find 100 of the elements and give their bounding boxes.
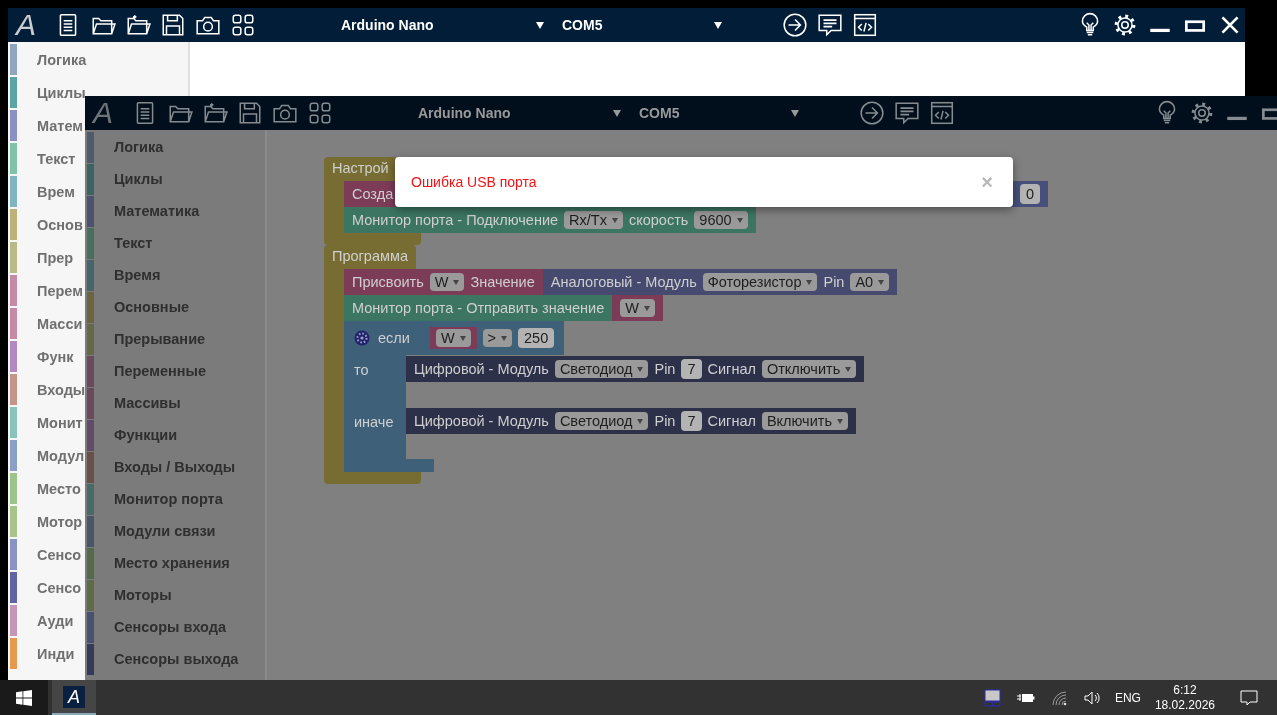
category-item[interactable]: Монитор порта (114, 491, 223, 507)
taskbar-app-button[interactable]: A (52, 680, 96, 715)
block-label: скорость (628, 212, 689, 228)
block-label: Созда (352, 186, 394, 202)
block-label: Монитор порта - Подключение (352, 212, 559, 228)
category-item[interactable]: Модул (37, 447, 85, 464)
app-logo: A (93, 98, 114, 128)
block-label: Pin (823, 274, 845, 290)
start-button[interactable] (0, 680, 48, 715)
category-item[interactable]: Ауди (37, 612, 74, 629)
category-item[interactable]: Прер (37, 249, 74, 266)
language-indicator[interactable]: ENG (1114, 690, 1141, 705)
caret-icon (453, 279, 460, 285)
category-item[interactable]: Циклы (37, 84, 86, 101)
block-label: Значение (470, 274, 535, 290)
category-item[interactable]: Врем (37, 183, 75, 200)
clock-date[interactable]: 18.02.2026 (1154, 697, 1215, 713)
block-dropdown[interactable]: Фоторезистор (702, 273, 818, 291)
category-item[interactable]: Матем (37, 117, 84, 134)
block-label: Сигнал (707, 361, 756, 377)
category-item[interactable]: Монит (37, 414, 83, 431)
caret-icon (637, 418, 644, 424)
category-item[interactable]: Масси (37, 315, 83, 332)
block-label: Сигнал (707, 413, 756, 429)
category-item[interactable]: Время (114, 267, 161, 283)
block-label: Pin (654, 361, 676, 377)
block-dropdown[interactable]: Светодиод (554, 360, 649, 378)
block-dropdown[interactable]: 9600 (694, 211, 748, 229)
caret-icon (878, 279, 885, 285)
caret-icon (714, 21, 722, 29)
block-dropdown[interactable]: W (620, 299, 655, 317)
category-item[interactable]: Инди (37, 645, 75, 662)
app-logo: A (63, 685, 85, 708)
category-item[interactable]: Математика (114, 203, 200, 219)
category-item[interactable]: Циклы (114, 171, 163, 187)
category-item[interactable]: Входы / Выходы (114, 459, 236, 475)
number-field[interactable]: 7 (681, 411, 702, 431)
block-label: Присвоить (352, 274, 424, 290)
caret-icon (611, 217, 618, 223)
block-label: иначе (354, 414, 394, 430)
category-item[interactable]: Основ (37, 216, 83, 233)
block-label: Аналоговый - Модуль (550, 274, 697, 290)
block-label: Pin (654, 413, 676, 429)
container-block-header: Настрой (324, 157, 397, 181)
notification-icon[interactable] (1239, 687, 1259, 708)
category-item[interactable]: Входы (37, 381, 86, 398)
category-item[interactable]: Текст (114, 235, 153, 251)
block-dropdown[interactable]: W (429, 273, 465, 291)
block-label: Монитор порта - Отправить значение (352, 300, 605, 316)
caret-icon (806, 279, 813, 285)
category-item[interactable]: Переменные (114, 363, 206, 379)
block-label: Цифровой - Модуль (414, 361, 549, 377)
block-dropdown[interactable]: > (482, 329, 513, 347)
category-item[interactable]: Прерывание (114, 331, 206, 347)
caret-icon (791, 109, 799, 117)
number-field[interactable]: 250 (518, 328, 555, 348)
port-select[interactable]: COM5 (639, 105, 799, 121)
category-item[interactable]: Логика (37, 51, 87, 68)
clock-time[interactable]: 6:12 (1173, 682, 1197, 698)
block-dropdown[interactable]: W (435, 329, 471, 347)
board-select[interactable]: Arduino Nano (418, 105, 621, 121)
board-select[interactable]: Arduino Nano (341, 17, 544, 33)
app-logo: A (16, 10, 37, 40)
block-dropdown[interactable]: Включить (761, 412, 848, 430)
windows-logo-icon (16, 689, 32, 706)
block-dropdown[interactable]: Отключить (761, 360, 857, 378)
block-label: если (378, 330, 410, 346)
category-item[interactable]: Сенсоры входа (114, 619, 227, 635)
category-item[interactable]: Перем (37, 282, 83, 299)
block-dropdown[interactable]: A0 (850, 273, 890, 291)
grid-icon[interactable] (230, 12, 256, 38)
category-item[interactable]: Моторы (114, 587, 172, 603)
category-item[interactable]: Функции (114, 427, 178, 443)
mutator-gear-icon[interactable] (354, 330, 370, 346)
caret-icon (536, 21, 544, 29)
block-dropdown[interactable]: Rx/Tx (564, 211, 623, 229)
category-item[interactable]: Сенсоры выхода (114, 651, 239, 667)
chat-icon[interactable] (817, 12, 843, 38)
category-item[interactable]: Модули связи (114, 523, 216, 539)
block-dropdown[interactable]: Светодиод (554, 412, 649, 430)
settings-icon[interactable] (1112, 12, 1138, 38)
number-field[interactable]: 0 (1020, 184, 1041, 204)
category-item[interactable]: Место (37, 480, 81, 497)
port-select[interactable]: COM5 (562, 17, 722, 33)
save-icon[interactable] (160, 12, 186, 38)
caret-icon (459, 335, 466, 341)
block-label: Цифровой - Модуль (414, 413, 549, 429)
caret-icon (736, 217, 743, 223)
category-item[interactable]: Текст (37, 150, 76, 167)
category-item[interactable]: Функ (37, 348, 74, 365)
category-item[interactable]: Сенсо (37, 579, 82, 596)
category-item[interactable]: Мотор (37, 513, 83, 530)
block-label: то (354, 362, 369, 378)
number-field[interactable]: 7 (681, 359, 702, 379)
category-item[interactable]: Основные (114, 299, 190, 315)
category-item[interactable]: Логика (114, 139, 164, 155)
category-item[interactable]: Сенсо (37, 546, 82, 563)
category-item[interactable]: Массивы (114, 395, 181, 411)
monitor-icon[interactable] (982, 687, 1003, 708)
category-item[interactable]: Место хранения (114, 555, 230, 571)
